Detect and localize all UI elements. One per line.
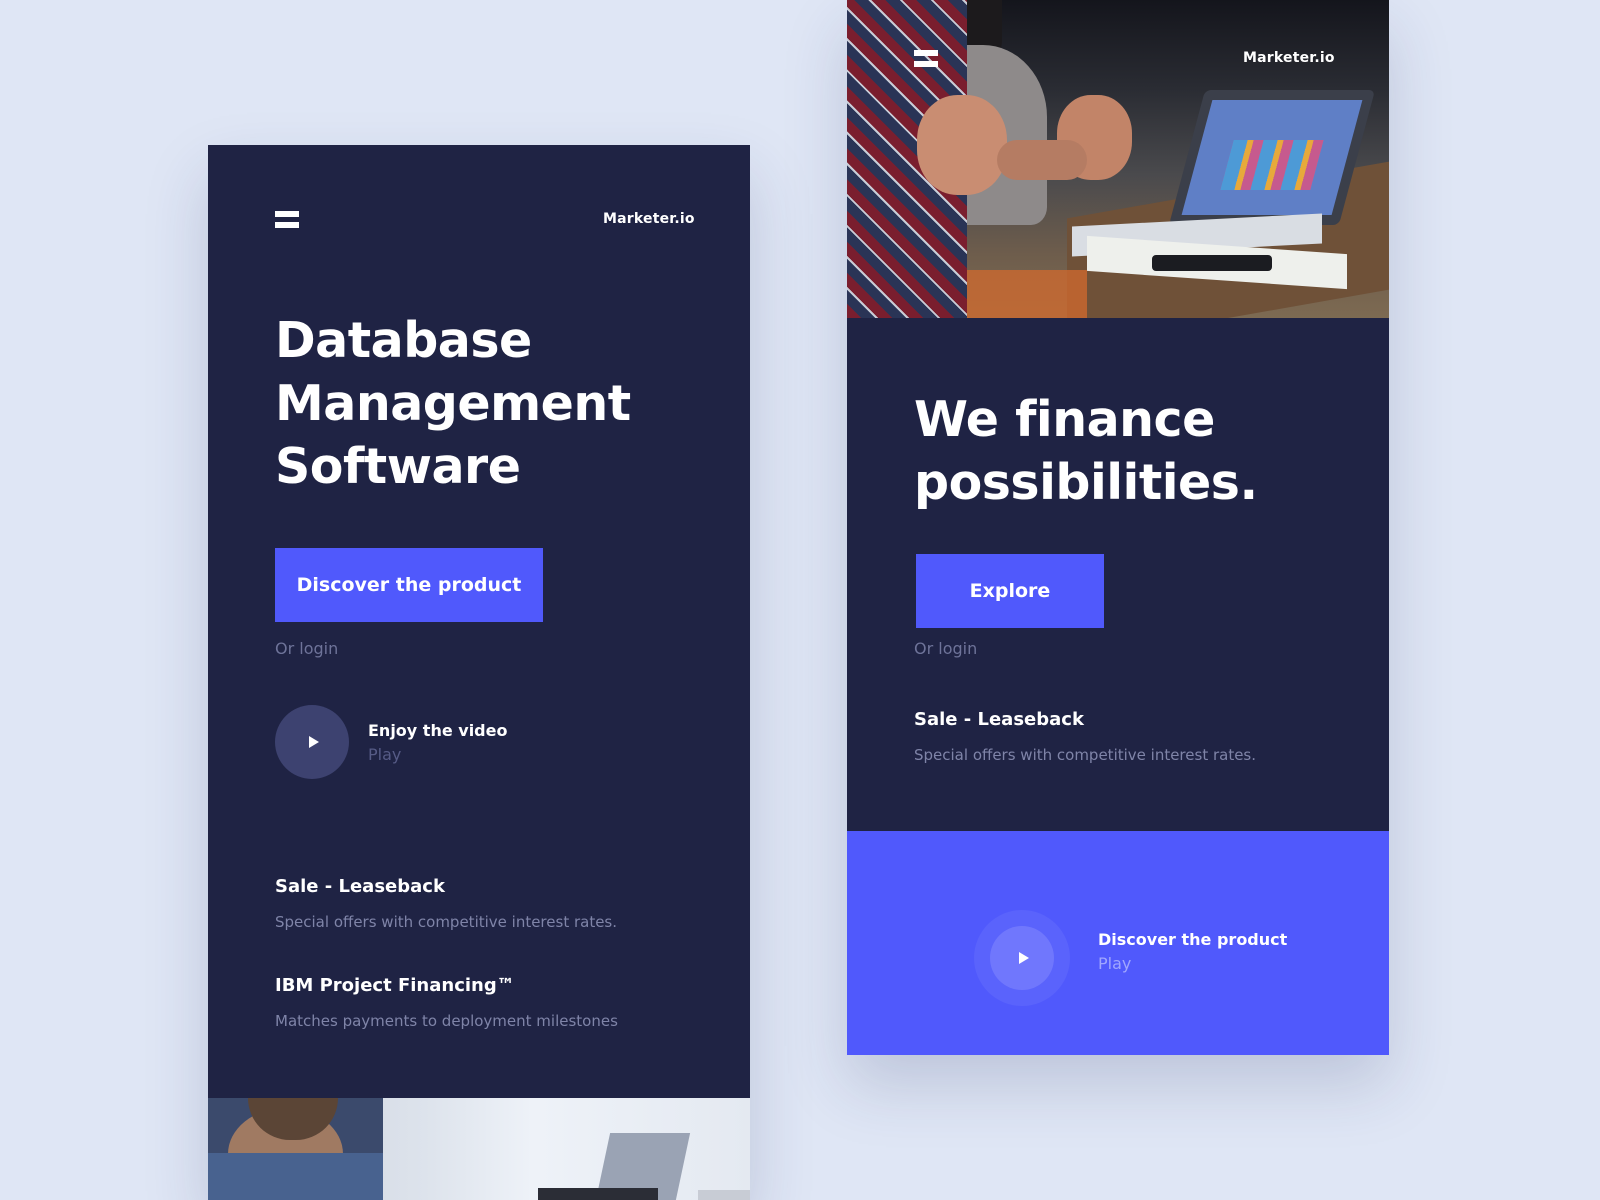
- play-video-button[interactable]: [990, 926, 1054, 990]
- brand-logo[interactable]: Marketer.io: [1243, 50, 1335, 66]
- headline-line: Software: [275, 438, 521, 495]
- play-icon: [1018, 952, 1029, 964]
- feature-description: Special offers with competitive interest…: [914, 746, 1257, 764]
- headline-line: Management: [275, 375, 631, 432]
- video-subtitle[interactable]: Play: [1098, 954, 1131, 973]
- video-title: Discover the product: [1098, 930, 1288, 949]
- video-subtitle[interactable]: Play: [368, 745, 401, 764]
- play-video-button[interactable]: [275, 705, 349, 779]
- hamburger-menu-icon[interactable]: [275, 211, 299, 229]
- video-title: Enjoy the video: [368, 721, 508, 740]
- login-link[interactable]: Or login: [275, 639, 338, 658]
- page-headline: Database Management Software: [275, 309, 631, 498]
- play-icon: [308, 736, 319, 748]
- hamburger-menu-icon[interactable]: [914, 50, 938, 68]
- video-panel: Discover the product Play: [847, 831, 1389, 1055]
- left-mobile-screen: Marketer.io Database Management Software…: [208, 145, 750, 1200]
- right-mobile-screen: Marketer.io We finance possibilities. Ex…: [847, 0, 1389, 1055]
- headline-line: possibilities.: [914, 454, 1258, 511]
- explore-button[interactable]: Explore: [916, 554, 1104, 628]
- login-link[interactable]: Or login: [914, 639, 977, 658]
- brand-logo[interactable]: Marketer.io: [603, 211, 695, 227]
- office-photo: [208, 1098, 750, 1200]
- feature-title: Sale - Leaseback: [914, 709, 1084, 730]
- feature-title: Sale - Leaseback: [275, 876, 445, 897]
- discover-product-button[interactable]: Discover the product: [275, 548, 543, 622]
- meeting-photo: [847, 0, 1389, 318]
- feature-description: Special offers with competitive interest…: [275, 913, 618, 931]
- feature-title: IBM Project Financing™: [275, 975, 515, 996]
- headline-line: Database: [275, 312, 532, 369]
- headline-line: We finance: [914, 391, 1215, 448]
- page-headline: We finance possibilities.: [914, 388, 1258, 514]
- feature-description: Matches payments to deployment milestone…: [275, 1012, 618, 1030]
